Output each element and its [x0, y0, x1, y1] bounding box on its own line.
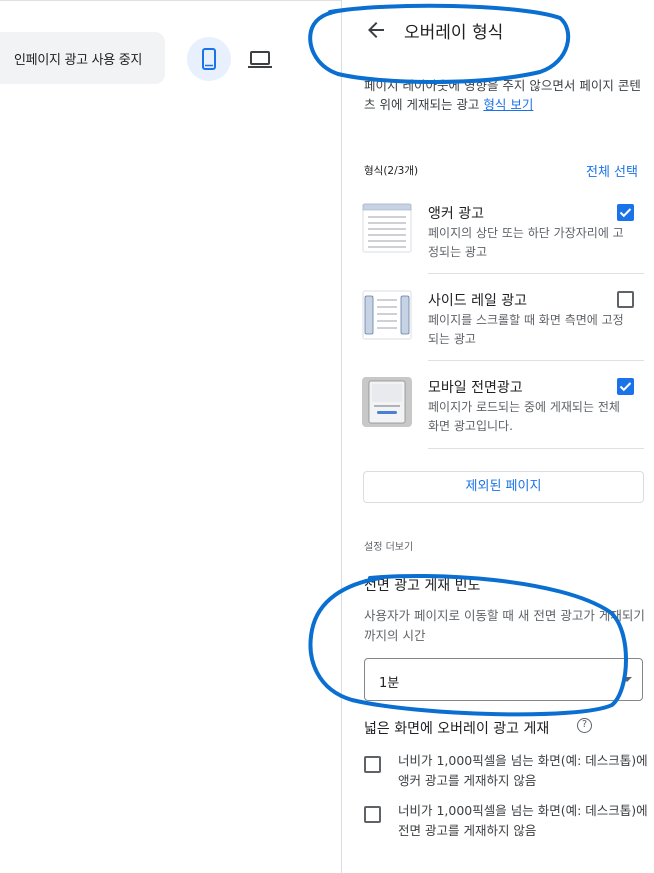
panel-header: 오버레이 형식 — [342, 0, 654, 62]
frequency-title: 전면 광고 게재 빈도 — [364, 578, 481, 594]
help-icon[interactable]: ? — [577, 718, 592, 733]
page-title: 오버레이 형식 — [404, 23, 504, 43]
format-description: 페이지가 로드되는 중에 게재되는 전체 화면 광고입니다. — [428, 400, 620, 433]
format-checkbox-anchor[interactable] — [617, 204, 634, 221]
frequency-value: 1분 — [379, 676, 400, 691]
format-name: 모바일 전면광고 — [428, 380, 523, 396]
page: 인페이지 광고 사용 중지 오버레이 형식 페이지 레이아웃에 영향을 주지 않… — [0, 0, 654, 873]
smartphone-icon — [202, 48, 216, 70]
format-divider — [428, 273, 644, 274]
desktop-device-toggle[interactable] — [240, 37, 280, 81]
frequency-description: 사용자가 페이지로 이동할 때 새 전면 광고가 게재되기까지의 시간 — [364, 608, 645, 643]
format-divider — [428, 448, 644, 449]
select-all-button[interactable]: 전체 선택 — [586, 161, 638, 180]
excluded-pages-button[interactable]: 제외된 페이지 — [363, 471, 644, 503]
wide-screen-title: 넓은 화면에 오버레이 광고 게재 — [364, 721, 550, 737]
arrow-back-icon[interactable] — [364, 18, 388, 42]
option-label: 너비가 1,000픽셀을 넘는 화면(예: 데스크톱)에 전면 광고를 게재하지… — [398, 803, 648, 838]
check-icon — [619, 208, 632, 218]
overlay-format-panel: 오버레이 형식 페이지 레이아웃에 영향을 주지 않으면서 페이지 콘텐츠 위에… — [341, 0, 654, 873]
view-formats-link[interactable]: 형식 보기 — [483, 97, 533, 112]
format-divider — [428, 360, 644, 361]
formats-count-label: 형식(2/3개) — [364, 165, 419, 177]
option-label: 너비가 1,000픽셀을 넘는 화면(예: 데스크톱)에 앵커 광고를 게재하지… — [398, 753, 648, 788]
anchor-ad-icon — [362, 203, 412, 253]
stop-inpage-ads-button[interactable]: 인페이지 광고 사용 중지 — [0, 32, 165, 84]
format-item-anchor[interactable]: 앵커 광고 페이지의 상단 또는 하단 가장자리에 고정되는 광고 — [362, 203, 645, 263]
format-description: 페이지를 스크롤할 때 화면 측면에 고정되는 광고 — [428, 313, 624, 346]
format-description: 페이지의 상단 또는 하단 가장자리에 고정되는 광고 — [428, 226, 624, 259]
format-checkbox-side-rail[interactable] — [617, 291, 634, 308]
laptop-icon — [248, 51, 272, 68]
frequency-select[interactable]: 1분 — [364, 658, 643, 701]
wide-screen-option-anchor[interactable]: 너비가 1,000픽셀을 넘는 화면(예: 데스크톱)에 앵커 광고를 게재하지… — [364, 751, 654, 793]
more-settings-label: 설정 더보기 — [364, 542, 414, 553]
panel-description: 페이지 레이아웃에 영향을 주지 않으면서 페이지 콘텐츠 위에 게재되는 광고… — [364, 76, 649, 114]
mobile-device-toggle[interactable] — [187, 37, 231, 81]
preview-area: 인페이지 광고 사용 중지 — [0, 0, 341, 873]
option-checkbox[interactable] — [364, 806, 381, 823]
option-checkbox[interactable] — [364, 756, 381, 773]
format-name: 앵커 광고 — [428, 206, 484, 222]
wide-screen-option-vignette[interactable]: 너비가 1,000픽셀을 넘는 화면(예: 데스크톱)에 전면 광고를 게재하지… — [364, 801, 654, 843]
format-item-vignette[interactable]: 모바일 전면광고 페이지가 로드되는 중에 게재되는 전체 화면 광고입니다. — [362, 377, 645, 437]
vignette-ad-icon — [362, 377, 412, 427]
format-name: 사이드 레일 광고 — [428, 293, 528, 309]
format-checkbox-vignette[interactable] — [617, 378, 634, 395]
format-item-side-rail[interactable]: 사이드 레일 광고 페이지를 스크롤할 때 화면 측면에 고정되는 광고 — [362, 290, 645, 350]
side-rail-ad-icon — [362, 290, 412, 340]
dropdown-arrow-icon — [622, 677, 632, 682]
check-icon — [619, 382, 632, 392]
